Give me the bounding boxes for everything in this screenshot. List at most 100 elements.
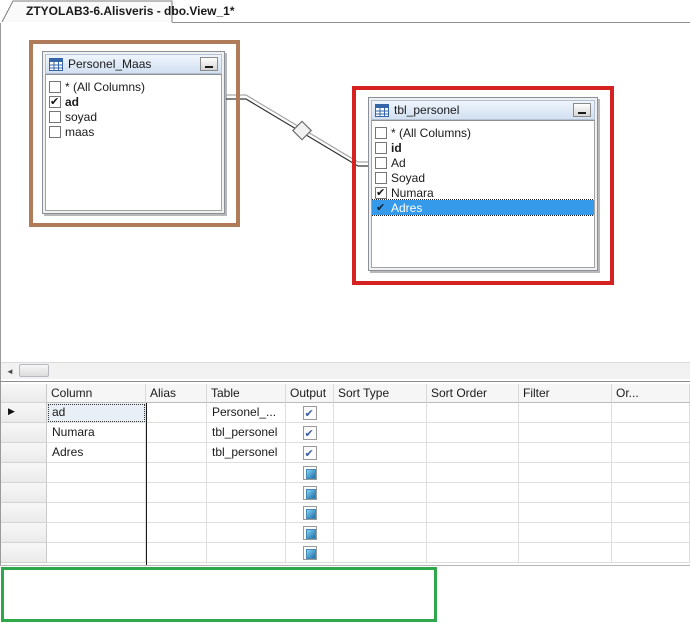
- grid-cell-sort-type[interactable]: [334, 443, 427, 463]
- output-checkbox[interactable]: [303, 526, 317, 540]
- grid-cell-column[interactable]: [47, 483, 146, 503]
- column-checkbox[interactable]: [375, 157, 387, 169]
- column-checkbox[interactable]: [375, 127, 387, 139]
- grid-cell-alias[interactable]: [146, 483, 207, 503]
- column-checkbox[interactable]: [49, 126, 61, 138]
- row-selector[interactable]: [1, 543, 47, 563]
- grid-cell-sort-type[interactable]: [334, 463, 427, 483]
- output-checkbox[interactable]: [303, 406, 317, 420]
- grid-cell-sort-order[interactable]: [427, 543, 519, 563]
- grid-cell-alias[interactable]: [146, 523, 207, 543]
- grid-cell-filter[interactable]: [519, 483, 612, 503]
- column-item-all-columns[interactable]: * (All Columns): [372, 125, 594, 140]
- output-checkbox[interactable]: [303, 546, 317, 560]
- row-selector[interactable]: [1, 423, 47, 443]
- grid-cell-filter[interactable]: [519, 443, 612, 463]
- document-tab[interactable]: ZTYOLAB3-6.Alisveris - dbo.View_1*: [26, 4, 235, 18]
- grid-cell-output[interactable]: [286, 463, 334, 483]
- grid-cell-sort-order[interactable]: [427, 483, 519, 503]
- grid-cell-column[interactable]: Numara: [47, 423, 146, 443]
- grid-cell-output[interactable]: [286, 483, 334, 503]
- column-item-all-columns[interactable]: * (All Columns): [46, 79, 221, 94]
- column-item-id[interactable]: id: [372, 140, 594, 155]
- grid-cell-table[interactable]: [207, 523, 286, 543]
- scroll-thumb[interactable]: [19, 364, 49, 377]
- grid-header-sort-type[interactable]: Sort Type: [334, 384, 427, 403]
- grid-cell-sort-type[interactable]: [334, 543, 427, 563]
- grid-cell-sort-type[interactable]: [334, 423, 427, 443]
- column-checkbox[interactable]: [49, 111, 61, 123]
- grid-cell-table[interactable]: [207, 543, 286, 563]
- sql-pane[interactable]: SELECTdbo.Personel_Maas.ad, dbo.tbl_pers…: [0, 566, 690, 628]
- grid-cell-output[interactable]: [286, 403, 334, 423]
- grid-cell-alias[interactable]: [146, 403, 207, 423]
- column-item-adres[interactable]: Adres: [372, 200, 594, 215]
- grid-cell-filter[interactable]: [519, 543, 612, 563]
- grid-cell-output[interactable]: [286, 523, 334, 543]
- column-item-maas[interactable]: maas: [46, 124, 221, 139]
- output-checkbox[interactable]: [303, 446, 317, 460]
- grid-cell-output[interactable]: [286, 503, 334, 523]
- grid-cell-filter[interactable]: [519, 403, 612, 423]
- grid-cell-or[interactable]: [612, 483, 690, 503]
- grid-cell-output[interactable]: [286, 543, 334, 563]
- grid-cell-filter[interactable]: [519, 523, 612, 543]
- grid-cell-or[interactable]: [612, 523, 690, 543]
- grid-cell-column[interactable]: Adres: [47, 443, 146, 463]
- grid-header-column[interactable]: Column: [47, 384, 146, 403]
- row-selector[interactable]: [1, 463, 47, 483]
- table-window-header[interactable]: Personel_Maas: [45, 54, 222, 74]
- column-item-soyad[interactable]: Soyad: [372, 170, 594, 185]
- grid-cell-column[interactable]: [47, 523, 146, 543]
- grid-header-filter[interactable]: Filter: [519, 384, 612, 403]
- grid-cell-sort-order[interactable]: [427, 403, 519, 423]
- column-checkbox[interactable]: [49, 81, 61, 93]
- grid-cell-alias[interactable]: [146, 503, 207, 523]
- grid-cell-or[interactable]: [612, 503, 690, 523]
- row-selector[interactable]: ▶: [1, 403, 47, 423]
- grid-cell-alias[interactable]: [146, 443, 207, 463]
- grid-cell-sort-order[interactable]: [427, 443, 519, 463]
- grid-cell-column[interactable]: [47, 463, 146, 483]
- output-checkbox[interactable]: [303, 506, 317, 520]
- grid-header-output[interactable]: Output: [286, 384, 334, 403]
- grid-cell-sort-type[interactable]: [334, 483, 427, 503]
- minimize-button[interactable]: [200, 57, 218, 71]
- grid-cell-sort-type[interactable]: [334, 523, 427, 543]
- grid-cell-table[interactable]: [207, 503, 286, 523]
- grid-cell-table[interactable]: tbl_personel: [207, 423, 286, 443]
- grid-cell-or[interactable]: [612, 403, 690, 423]
- grid-cell-or[interactable]: [612, 443, 690, 463]
- table-window-personel-maas[interactable]: Personel_Maas * (All Columns) ad soyad m…: [42, 51, 225, 214]
- grid-cell-filter[interactable]: [519, 423, 612, 443]
- grid-cell-alias[interactable]: [146, 543, 207, 563]
- grid-cell-sort-type[interactable]: [334, 503, 427, 523]
- grid-cell-sort-type[interactable]: [334, 403, 427, 423]
- grid-cell-table[interactable]: [207, 463, 286, 483]
- grid-cell-or[interactable]: [612, 423, 690, 443]
- grid-cell-alias[interactable]: [146, 423, 207, 443]
- column-checkbox[interactable]: [375, 202, 387, 214]
- column-item-ad[interactable]: ad: [46, 94, 221, 109]
- output-checkbox[interactable]: [303, 466, 317, 480]
- grid-cell-filter[interactable]: [519, 463, 612, 483]
- scroll-left-icon[interactable]: ◄: [3, 365, 17, 378]
- grid-cell-output[interactable]: [286, 423, 334, 443]
- grid-cell-column[interactable]: ad: [47, 403, 146, 423]
- column-item-numara[interactable]: Numara: [372, 185, 594, 200]
- grid-header-alias[interactable]: Alias: [146, 384, 207, 403]
- diagram-hscrollbar[interactable]: ◄: [1, 362, 690, 379]
- grid-cell-column[interactable]: [47, 543, 146, 563]
- table-window-header[interactable]: tbl_personel: [371, 100, 595, 120]
- grid-cell-filter[interactable]: [519, 503, 612, 523]
- grid-header-sort-order[interactable]: Sort Order: [427, 384, 519, 403]
- column-item-ad[interactable]: Ad: [372, 155, 594, 170]
- output-checkbox[interactable]: [303, 486, 317, 500]
- grid-cell-alias[interactable]: [146, 463, 207, 483]
- minimize-button[interactable]: [573, 103, 591, 117]
- column-checkbox[interactable]: [49, 96, 61, 108]
- column-item-soyad[interactable]: soyad: [46, 109, 221, 124]
- table-window-tbl-personel[interactable]: tbl_personel * (All Columns) id Ad Soyad: [368, 97, 598, 271]
- grid-cell-column[interactable]: [47, 503, 146, 523]
- row-selector[interactable]: [1, 503, 47, 523]
